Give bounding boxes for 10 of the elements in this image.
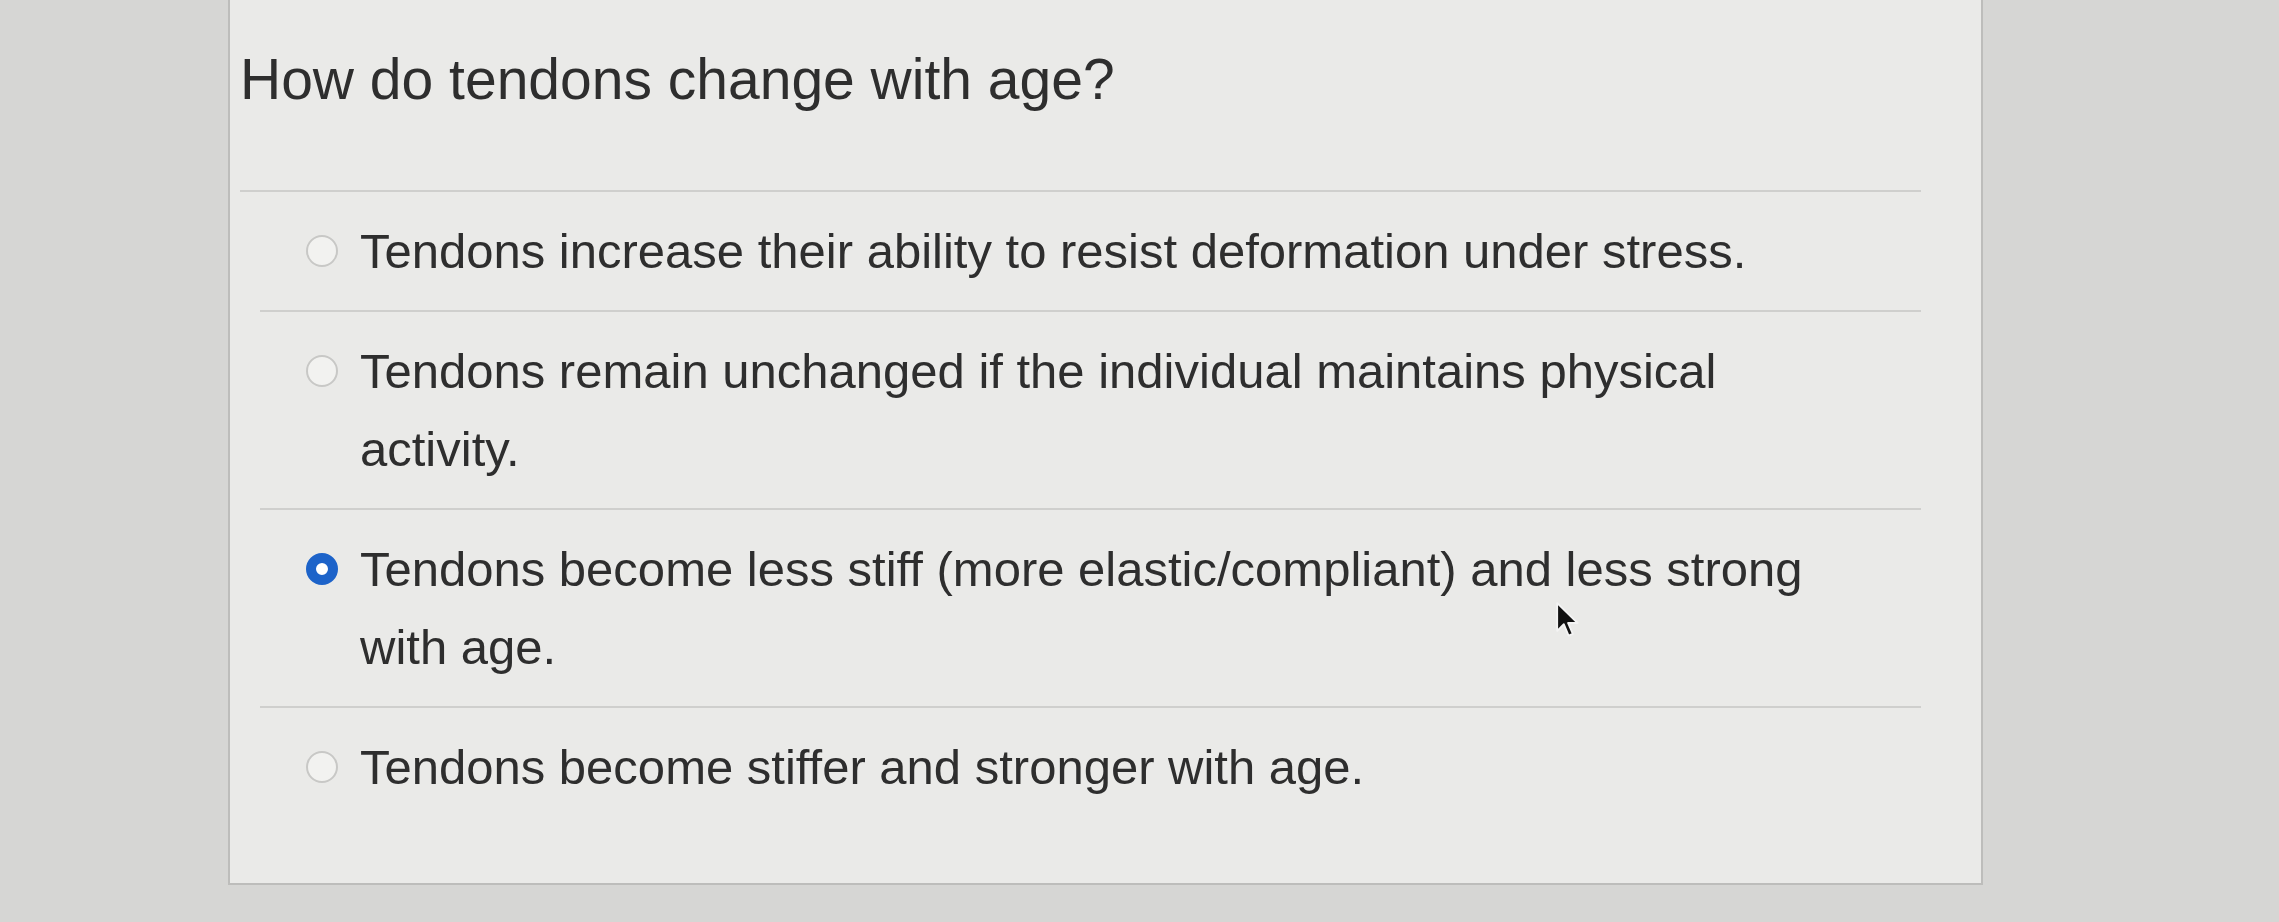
radio-button[interactable] xyxy=(306,751,338,783)
option-label[interactable]: Tendons become stiffer and stronger with age. xyxy=(360,728,1365,806)
radio-button[interactable] xyxy=(306,553,338,585)
cursor-icon xyxy=(1556,602,1580,638)
option-label[interactable]: Tendons remain unchanged if the individual maintains physical activity. xyxy=(360,332,1825,488)
radio-button[interactable] xyxy=(306,355,338,387)
option-label[interactable]: Tendons become less stiff (more elastic/compliant) and less strong with age. xyxy=(360,530,1825,686)
option-label[interactable]: Tendons increase their ability to resist deformation under stress. xyxy=(360,212,1747,290)
radio-button[interactable] xyxy=(306,235,338,267)
question-text: How do tendons change with age? xyxy=(240,46,1115,113)
